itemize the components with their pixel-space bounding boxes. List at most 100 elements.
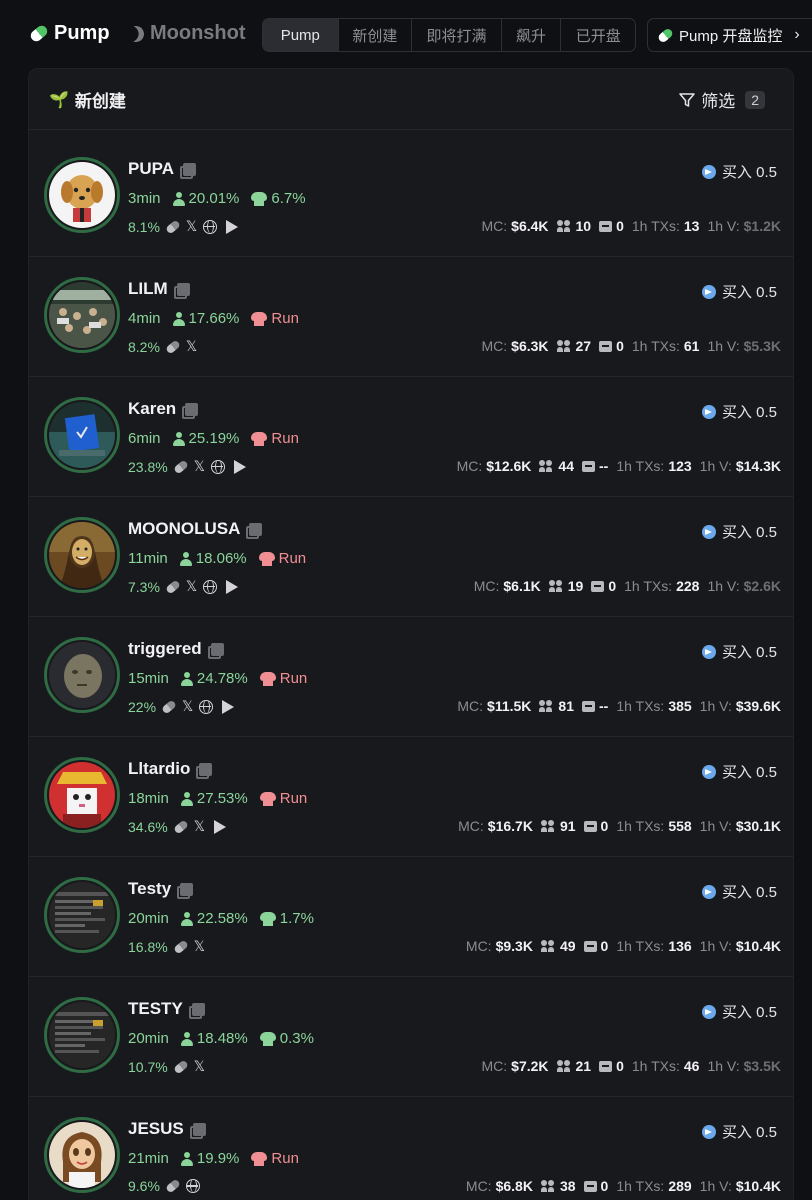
market-cap: MC: $7.2K: [481, 1058, 548, 1074]
telegram-icon: [701, 1004, 716, 1019]
tab-new[interactable]: 新创建: [339, 19, 413, 51]
replies-value: 0: [600, 818, 609, 834]
bonding-progress: 7.3%: [128, 578, 160, 595]
holders-value: 49: [559, 938, 576, 954]
copy-icon[interactable]: [207, 642, 224, 659]
token-name: Karen: [128, 399, 177, 418]
token-row[interactable]: TESTY 20min 18.48% 0.3% 10.7% 𝕏 买入 0.5 MC: $7.2K…: [29, 977, 793, 1097]
token-row[interactable]: PUPA 3min 20.01% 6.7% 8.1% 𝕏 买入 0.5 MC: $6.4K 10 0…: [29, 137, 793, 257]
token-avatar[interactable]: [49, 762, 115, 828]
copy-icon[interactable]: [188, 1002, 205, 1019]
holders-count: 19: [548, 578, 583, 594]
token-avatar[interactable]: [49, 642, 115, 708]
telegram-icon[interactable]: [211, 819, 227, 834]
token-row[interactable]: triggered 15min 24.78% Run 22% 𝕏 买入 0.5 MC: $11.…: [29, 617, 793, 737]
copy-icon[interactable]: [189, 1122, 206, 1139]
token-avatar[interactable]: [49, 162, 115, 228]
website-icon[interactable]: [203, 219, 218, 234]
telegram-icon[interactable]: [223, 579, 239, 594]
token-stats: 3min 20.01% 6.7%: [128, 190, 306, 207]
person-icon: [172, 431, 185, 446]
brand-pump[interactable]: Pump: [28, 22, 110, 45]
telegram-icon[interactable]: [223, 219, 239, 234]
token-age: 6min: [128, 430, 161, 447]
vol-label: 1h V:: [699, 818, 732, 834]
telegram-icon[interactable]: [231, 459, 247, 474]
token-row[interactable]: Karen 6min 25.19% Run 23.8% 𝕏 买入 0.5 MC: $12.6K 4…: [29, 377, 793, 497]
x-icon[interactable]: 𝕏: [194, 458, 205, 475]
token-stats: 6min 25.19% Run: [128, 430, 299, 447]
x-icon[interactable]: 𝕏: [194, 1058, 205, 1075]
replies-count: 0: [599, 218, 624, 234]
bonding-progress: 23.8%: [128, 458, 168, 475]
holders-count: 10: [556, 218, 591, 234]
x-icon[interactable]: 𝕏: [186, 338, 197, 355]
website-icon[interactable]: [199, 699, 214, 714]
tab-soaring[interactable]: 飙升: [502, 19, 562, 51]
copy-icon[interactable]: [246, 522, 263, 539]
copy-icon[interactable]: [196, 762, 213, 779]
token-name-wrap: JESUS: [128, 1119, 206, 1139]
buy-button[interactable]: 买入 0.5: [701, 401, 777, 422]
txs-value: 289: [668, 1178, 692, 1194]
token-row[interactable]: MOONOLUSA 11min 18.06% Run 7.3% 𝕏 买入 0.5 MC: $6.…: [29, 497, 793, 617]
market-cap: MC: $6.4K: [481, 218, 548, 234]
comment-icon: [583, 1180, 597, 1192]
token-row[interactable]: Lltardio 18min 27.53% Run 34.6% 𝕏 买入 0.5 MC: $16…: [29, 737, 793, 857]
pump-monitor-button[interactable]: Pump 开盘监控 ›: [647, 18, 812, 52]
token-avatar[interactable]: [49, 282, 115, 348]
token-avatar[interactable]: [49, 402, 115, 468]
website-icon[interactable]: [185, 1179, 200, 1193]
token-avatar[interactable]: [49, 1122, 115, 1188]
copy-icon[interactable]: [179, 162, 196, 179]
buy-button[interactable]: 买入 0.5: [701, 761, 777, 782]
token-age: 3min: [128, 190, 161, 207]
x-icon[interactable]: 𝕏: [186, 578, 197, 595]
token-row[interactable]: JESUS 21min 19.9% Run 9.6% 买入 0.5 MC: $6.8K 38 0 1…: [29, 1097, 793, 1200]
x-icon[interactable]: 𝕏: [182, 698, 193, 715]
volume: 1h V: $10.4K: [700, 1178, 781, 1194]
txs-value: 228: [676, 578, 700, 594]
buy-button[interactable]: 买入 0.5: [701, 161, 777, 182]
tx-count: 1h TXs: 385: [616, 698, 691, 714]
dev-status: Run: [251, 310, 299, 327]
token-name-wrap: Lltardio: [128, 759, 213, 779]
top-holders-stat: 18.48%: [180, 1030, 248, 1047]
copy-icon[interactable]: [173, 282, 190, 299]
holders-icon: [539, 700, 554, 712]
replies-value: 0: [600, 938, 609, 954]
token-avatar[interactable]: [49, 1002, 115, 1068]
buy-button[interactable]: 买入 0.5: [701, 1121, 777, 1142]
x-icon[interactable]: 𝕏: [186, 218, 197, 235]
token-row[interactable]: LILM 4min 17.66% Run 8.2% 𝕏 买入 0.5 MC: $6.3K 27 0 1…: [29, 257, 793, 377]
token-row[interactable]: Testy 20min 22.58% 1.7% 16.8% 𝕏 买入 0.5 MC: $9.3K…: [29, 857, 793, 977]
x-icon[interactable]: 𝕏: [194, 938, 205, 955]
comment-icon: [581, 460, 595, 472]
website-icon[interactable]: [203, 579, 218, 594]
mc-value: $7.2K: [511, 1058, 549, 1074]
filter-button[interactable]: 筛选 2: [679, 87, 765, 112]
token-avatar[interactable]: [49, 522, 115, 588]
buy-button[interactable]: 买入 0.5: [701, 881, 777, 902]
brand-moonshot[interactable]: Moonshot: [128, 22, 246, 45]
tab-pump[interactable]: Pump: [263, 19, 339, 51]
buy-button[interactable]: 买入 0.5: [701, 641, 777, 662]
x-icon[interactable]: 𝕏: [194, 818, 205, 835]
buy-button[interactable]: 买入 0.5: [701, 1001, 777, 1022]
dev-status: Run: [251, 1150, 299, 1167]
token-avatar[interactable]: [49, 882, 115, 948]
pill-icon: [172, 818, 189, 835]
holders-count: 44: [539, 458, 574, 474]
telegram-icon[interactable]: [219, 699, 235, 714]
buy-label: 买入 0.5: [721, 644, 777, 661]
website-icon[interactable]: [210, 459, 225, 474]
buy-button[interactable]: 买入 0.5: [701, 521, 777, 542]
chef-hat-icon: [251, 431, 268, 446]
tab-launched[interactable]: 已开盘: [561, 19, 635, 51]
copy-icon[interactable]: [177, 882, 194, 899]
token-age: 21min: [128, 1150, 169, 1167]
buy-button[interactable]: 买入 0.5: [701, 281, 777, 302]
replies-value: 0: [608, 578, 617, 594]
tab-almost-full[interactable]: 即将打满: [412, 19, 502, 51]
copy-icon[interactable]: [182, 402, 199, 419]
